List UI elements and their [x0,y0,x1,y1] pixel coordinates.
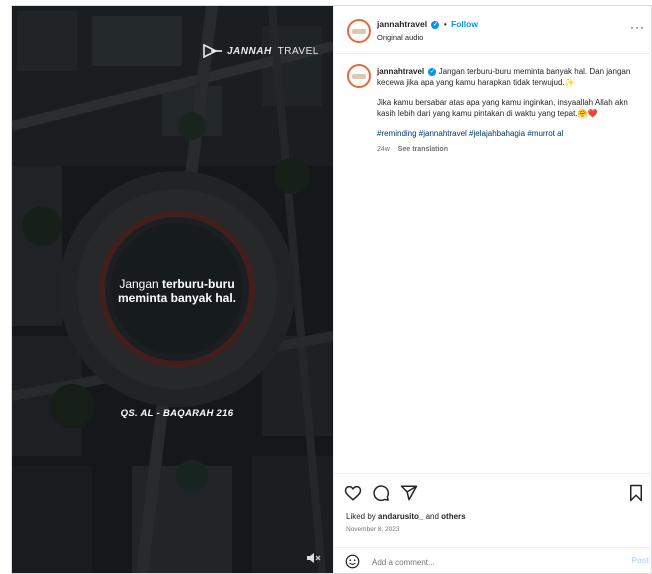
post-side-panel: jannahtravel ✓ • Follow Original audio ·… [333,6,652,573]
post-date[interactable]: November 8, 2023 [346,526,399,533]
caption-paragraph-1: jannahtravel ✓ Jangan terburu-buru memin… [377,66,639,88]
overlay-reference: QS. AL - BAQARAH 216 [120,408,234,419]
jannah-logo-icon [203,44,222,58]
header-separator: • [443,20,447,29]
brand-watermark: JANNAH TRAVEL [203,44,319,58]
instagram-post: JANNAH TRAVEL Jangan terburu-buru memint… [11,5,652,574]
more-options-icon[interactable]: ··· [630,20,645,34]
comment-bar: Post [334,547,652,574]
caption-hashtags[interactable]: #reminding #jannahtravel #jelajahbahagia… [377,128,639,139]
caption-meta: 24w See translation [377,144,639,155]
caption-age: 24w [377,146,390,153]
actions-area: Liked by andarusito_ and others November… [334,473,652,574]
brand-name-light: TRAVEL [277,45,319,57]
header-user-line: jannahtravel ✓ • Follow [377,19,478,29]
speaker-muted-icon[interactable] [305,551,323,565]
action-bar [344,484,418,502]
post-header: jannahtravel ✓ • Follow Original audio ·… [334,6,652,54]
caption-username[interactable]: jannahtravel [377,67,424,76]
liked-prefix: Liked by [346,512,379,521]
liked-others[interactable]: others [441,512,465,521]
quote-bold-text-2: meminta banyak hal. [117,291,237,305]
emoji-icon[interactable] [345,554,360,569]
post-comment-button[interactable]: Post [632,556,649,565]
quote-bold-text-1: terburu-buru [162,277,235,291]
verified-badge-icon: ✓ [428,67,437,76]
verified-badge-icon: ✓ [431,20,440,29]
comment-input[interactable] [370,552,604,572]
comment-icon[interactable] [372,484,390,502]
avatar[interactable] [347,19,371,43]
header-username[interactable]: jannahtravel [377,19,427,29]
original-audio-link[interactable]: Original audio [377,33,423,42]
bookmark-icon[interactable] [627,484,645,502]
liked-mid: and [423,512,442,521]
see-translation-link[interactable]: See translation [398,146,448,153]
post-media[interactable]: JANNAH TRAVEL Jangan terburu-buru memint… [12,6,333,573]
quote-light-text: Jangan [119,277,163,291]
heart-icon[interactable] [344,484,362,502]
overlay-quote: Jangan terburu-buru meminta banyak hal. [92,277,262,305]
caption-avatar[interactable] [347,64,371,88]
avatar-logo [352,73,366,79]
brand-name-bold: JANNAH [227,45,272,57]
caption-paragraph-2: Jika kamu bersabar atas apa yang kamu in… [377,98,628,118]
follow-button[interactable]: Follow [451,19,478,29]
likes-summary: Liked by andarusito_ and others [346,512,466,521]
share-icon[interactable] [400,484,418,502]
avatar-logo [352,28,366,34]
caption-body: jannahtravel ✓ Jangan terburu-buru memin… [377,66,639,155]
liked-user[interactable]: andarusito_ [378,512,423,521]
